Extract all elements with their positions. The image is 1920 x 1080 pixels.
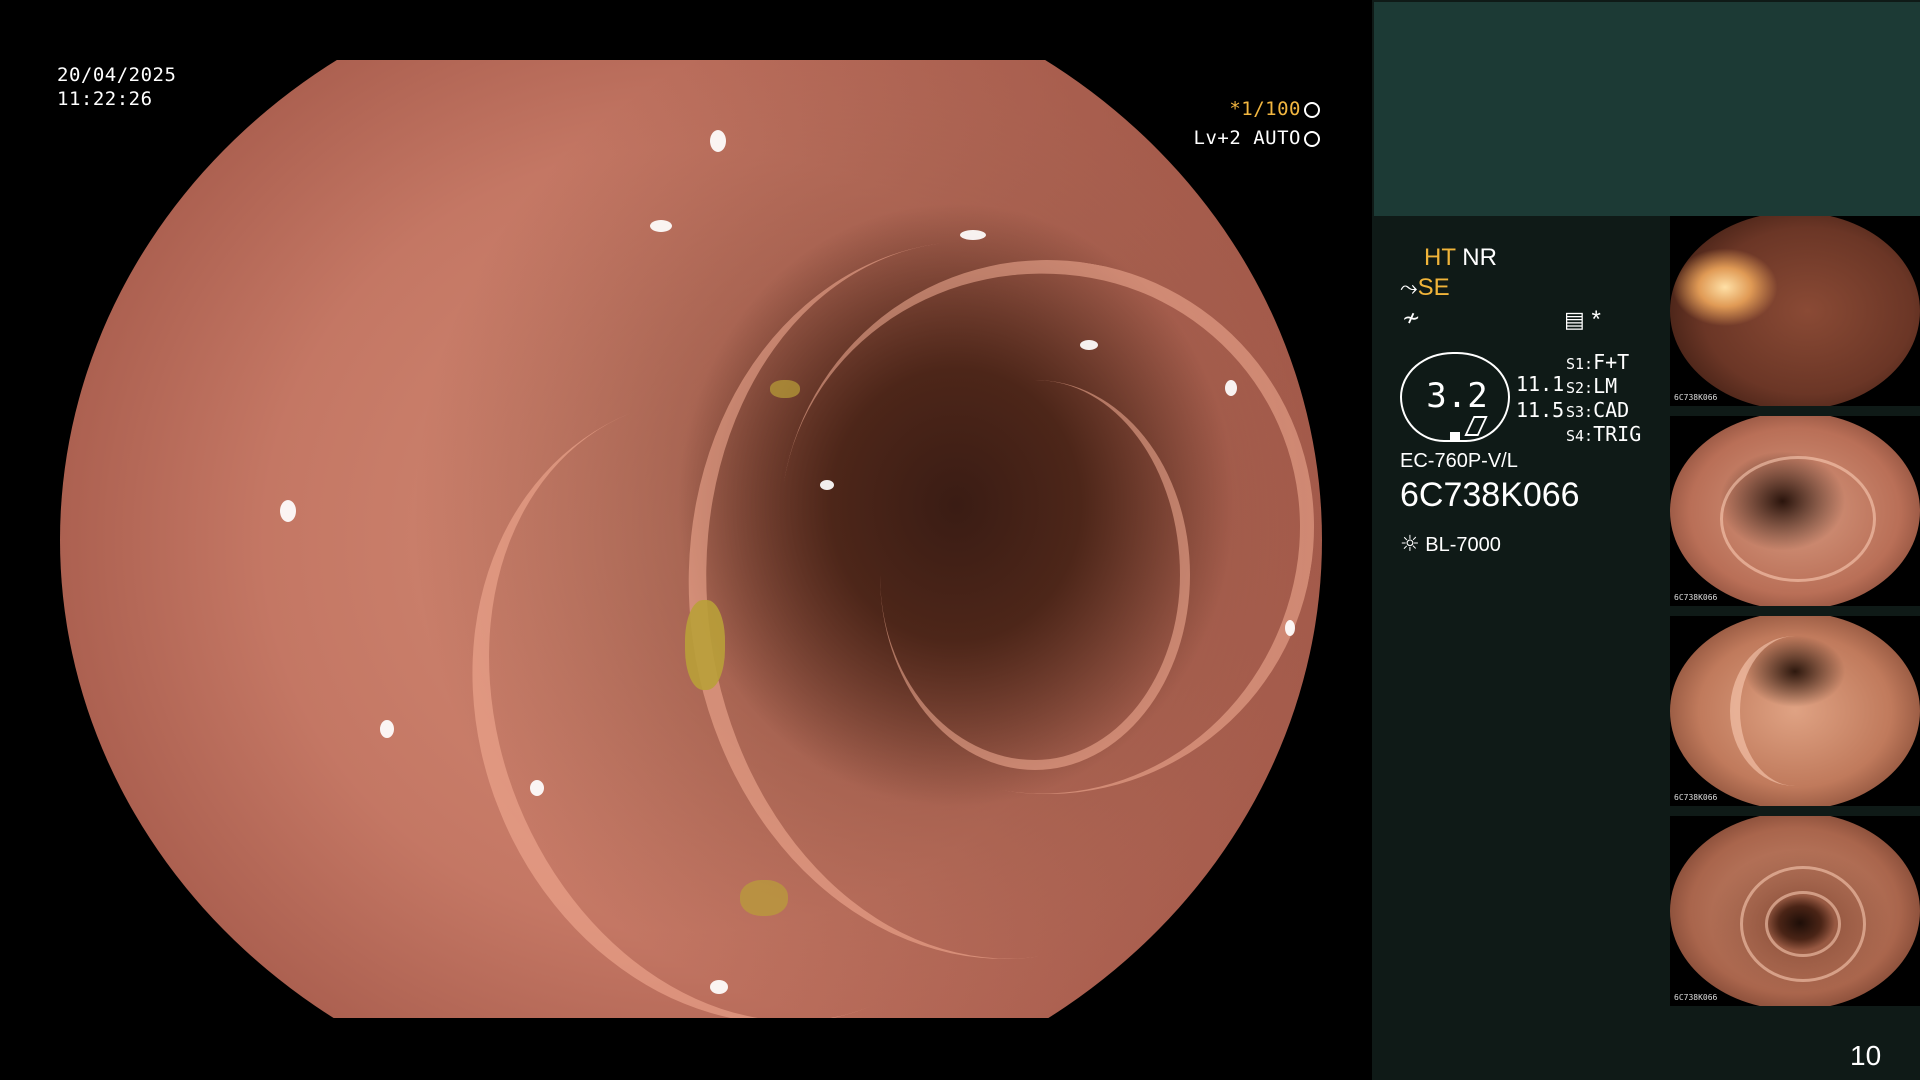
level-value: Lv+2 AUTO [1193,127,1301,149]
switch-3: S3:CAD [1566,398,1629,422]
scope-icon: ⤳ [1400,276,1418,301]
memo-row: ▤ * [1564,306,1601,334]
thumbnail-caption: 6C738K066 [1674,593,1718,602]
value-1: 11.1 [1516,372,1565,396]
scope-model: EC-760P-V/L [1400,450,1518,472]
shutter-readout: *1/100 [1190,98,1320,121]
thumbnail-fold [1730,636,1860,786]
switch-1: S1:F+T [1566,350,1629,374]
switch-2: S2:LM [1566,374,1617,398]
specular-highlight [1080,340,1098,350]
thumbnail-caption: 6C738K066 [1674,993,1718,1002]
aperture-icon [1304,102,1320,118]
thumbnail-fold [1720,456,1876,582]
scope-serial: 6C738K066 [1400,476,1580,514]
thumbnail[interactable]: 6C738K066 [1670,416,1920,606]
stool-debris [740,880,788,916]
se-label: SE [1417,274,1450,301]
switch-4-value: TRIG [1593,422,1642,446]
thumbnail-image [1670,216,1920,406]
time-label: 11:22:26 [57,88,153,110]
freeze-icon: ≁ [1402,306,1421,331]
specular-highlight [530,780,544,796]
gauge-value: 3.2 [1426,376,1488,416]
mucosal-fold [880,380,1190,770]
specular-highlight [280,500,296,522]
specular-highlight [820,480,834,490]
gauge-pointer [1464,416,1488,436]
freeze-row: ≁ [1402,304,1420,332]
gauge: 3.2 [1400,352,1510,442]
thumbnail-caption: 6C738K066 [1674,393,1718,402]
switch-3-value: CAD [1593,398,1630,422]
ht-nr-row: HT NR [1424,244,1497,272]
stool-debris [685,600,725,690]
stool-debris [770,380,800,398]
specular-highlight [380,720,394,738]
specular-highlight [710,130,726,152]
specular-highlight [710,980,728,994]
se-row: ⤳SE [1400,274,1450,302]
switch-4: S4:TRIG [1566,422,1641,446]
thumbnail[interactable]: 6C738K066 [1670,216,1920,406]
specular-highlight [960,230,986,240]
switch-3-label: S3: [1566,403,1594,421]
image-mask-top [0,0,1372,60]
asterisk-label: * [1591,306,1601,333]
nr-label: NR [1462,244,1497,271]
light-source-label: BL-7000 [1425,534,1501,556]
light-source-icon: ☼ [1400,532,1420,557]
specular-highlight [1285,620,1295,636]
switch-1-label: S1: [1566,355,1594,373]
switch-2-label: S2: [1566,379,1594,397]
endoscopic-image [60,0,1322,1080]
thumbnail[interactable]: 6C738K066 [1670,816,1920,1006]
specular-highlight [1225,380,1237,396]
gauge-marker [1450,432,1460,440]
thumbnail[interactable]: 6C738K066 [1670,616,1920,806]
shutter-value: *1/100 [1229,98,1301,120]
thumbnail-caption: 6C738K066 [1674,793,1718,802]
date-label: 20/04/2025 [57,64,177,86]
light-source-row: ☼ BL-7000 [1400,532,1501,557]
specular-highlight [650,220,672,232]
ht-label: HT [1424,244,1456,271]
switch-4-label: S4: [1566,427,1594,445]
image-mask-bottom [0,1018,1372,1080]
page-number: 10 [1850,1040,1882,1071]
value-2: 11.5 [1516,398,1565,422]
thumbnail-fold [1765,891,1841,957]
memo-icon: ▤ [1564,308,1585,333]
switch-1-value: F+T [1593,350,1630,374]
switch-2-value: LM [1593,374,1618,398]
panel-header [1374,2,1920,216]
endoscope-view: 20/04/2025 11:22:26 *1/100 Lv+2 AUTO [0,0,1372,1080]
level-readout: Lv+2 AUTO [1190,127,1320,150]
iris-icon [1304,131,1320,147]
